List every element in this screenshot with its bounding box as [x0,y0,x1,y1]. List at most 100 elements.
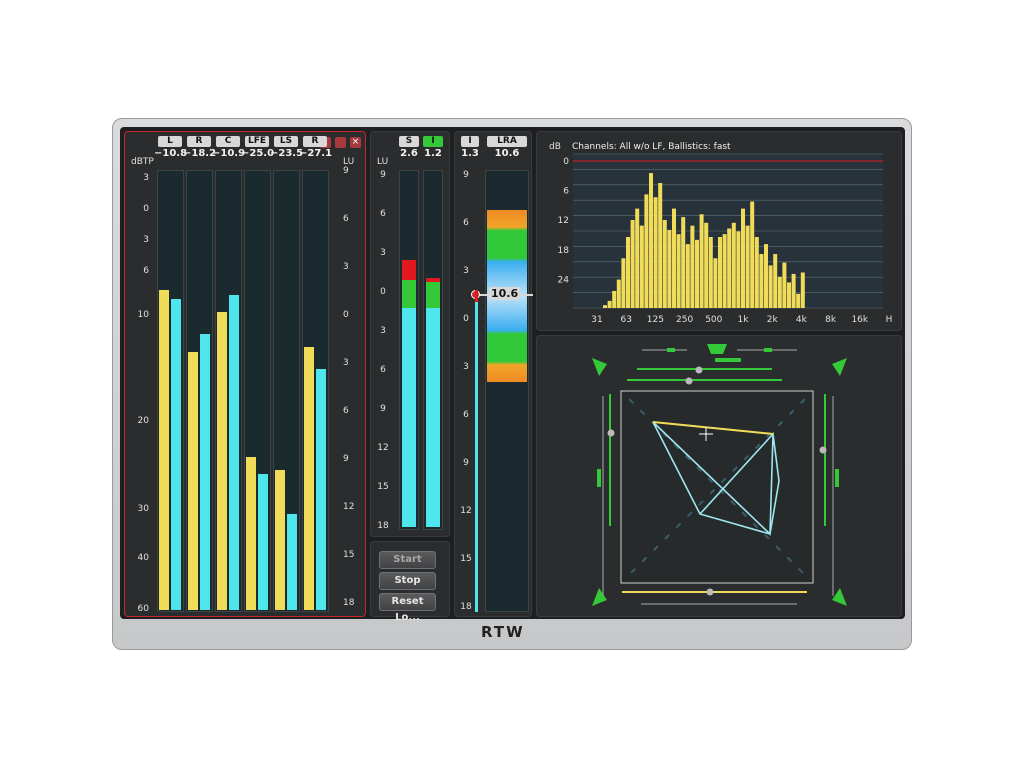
channel-header: LFE [245,136,269,147]
rta-bar [658,183,663,308]
rta-x-tick: 63 [620,315,631,325]
rta-bar [796,293,801,308]
surround-panel [536,335,902,617]
right-side-knob[interactable] [819,446,827,454]
dbtp-tick: 6 [143,265,149,276]
rta-bar [750,201,755,308]
rta-bar [745,225,750,308]
settings-icon[interactable] [335,137,346,148]
left-side-knob[interactable] [607,429,615,437]
channel-rms-bar [287,514,297,610]
channel-peak-bar [217,312,227,610]
close-icon[interactable]: × [350,137,361,148]
rta-x-tick: 31 [591,315,602,325]
lu-tick: 3 [343,358,349,368]
loudness-tick: 6 [380,365,386,375]
rta-bar [764,244,768,308]
right-side-indicator [835,469,839,487]
rta-x-tick: 1k [738,315,750,325]
rta-bar [685,244,690,308]
speaker-front-left-icon[interactable] [592,358,607,376]
start-button[interactable]: Start [379,551,436,569]
rta-x-tick: 250 [676,315,693,325]
loudness-cyan [402,308,416,527]
slider-front-knob[interactable] [695,366,703,374]
rta-bar [612,290,617,308]
channel-header: L [158,136,182,147]
lu-tick: 15 [343,550,355,560]
lu-tick: 9 [343,454,349,464]
vector-scope-box [620,390,814,584]
stop-button[interactable]: Stop [379,572,436,590]
dbtp-tick: 3 [143,172,149,183]
dbtp-tick: 20 [137,415,149,426]
loudness-panel: LU S 2.6 I 1.2 9 6 3 0 3 6 9 12 15 18 [370,131,450,537]
rta-bar [754,237,759,308]
loudness-tick: 6 [380,209,386,219]
reset-loudness-button[interactable]: Reset Lo... [379,593,436,623]
rta-bar [653,197,658,308]
rta-x-tick: 4k [796,315,808,325]
rta-bar [699,214,704,308]
integrated-indicator [475,302,478,612]
rta-bar [672,208,676,308]
channel-peak-bar [304,347,314,610]
dbtp-tick: 10 [137,309,149,320]
loudness-tick: 3 [380,326,386,336]
channel-rms-bar [171,299,181,610]
meter-screen: × dBTP LU L −10.8 R −18.2 C −10.9 LFE −25.0 LS −2… [120,127,905,623]
left-side-indicator [597,469,601,487]
channel-header: R [303,136,327,147]
speaker-front-right-icon[interactable] [832,358,847,376]
slider-width-knob[interactable] [685,377,693,385]
lu-tick: 3 [343,262,349,272]
dbtp-tick: 30 [137,504,149,515]
speaker-center-icon[interactable] [707,344,727,354]
lra-tick: 3 [463,266,469,276]
rta-bar [718,237,722,308]
channel-rms-bar [258,474,268,610]
rta-bar [768,265,773,308]
loudness-header: S [399,136,419,147]
loudness-tick: 9 [380,170,386,180]
rta-bar [630,219,635,308]
lra-i-header: I [461,136,479,147]
lra-tick: 12 [460,506,472,516]
top-bar-right-fill [764,348,772,352]
rta-y-tick: 12 [558,216,569,226]
lra-tick: 9 [463,170,469,180]
rta-bar [662,219,667,308]
lra-header: LRA [487,136,527,147]
rta-chart: 0 6 12 18 24 31 63 125 250 500 1k 2k 4k 8k 16k H [558,153,893,325]
loudness-cyan [426,308,440,527]
rta-bar [713,258,718,308]
surround-display [592,344,847,606]
rta-x-tick: 125 [647,315,664,325]
lra-i-value: 1.3 [461,148,479,159]
rta-y-tick: 18 [558,246,570,256]
rta-bar [736,231,741,308]
integrated-indicator-top [475,290,478,302]
lu-tick: 6 [343,214,349,224]
speaker-rear-right-icon[interactable] [832,588,847,606]
speaker-rear-left-icon[interactable] [592,588,607,606]
lra-value: 10.6 [494,148,520,159]
rta-bar [741,208,745,308]
rta-bar [690,225,695,308]
rta-bar [607,300,612,308]
lra-tick: 3 [463,362,469,372]
loudness-tick: 12 [377,443,389,453]
rta-x-tick: H [886,315,893,325]
channel-header: LS [274,136,298,147]
peak-meter-panel: × dBTP LU L −10.8 R −18.2 C −10.9 LFE −25.0 LS −2… [124,131,366,617]
bottom-knob[interactable] [706,588,714,596]
rta-y-tick: 6 [563,187,569,197]
loudness-tick: 0 [380,287,386,297]
rtw-logo: RTW [481,623,525,641]
loudness-tick: 15 [377,482,389,492]
rta-bar [731,222,736,308]
lra-panel: 10.6 I 1.3 LRA 10.6 9 6 3 0 3 6 9 12 15 18 [454,131,533,617]
rta-x-tick: 2k [767,315,779,325]
lra-tick: 15 [460,554,472,564]
rta-bar [603,305,607,308]
